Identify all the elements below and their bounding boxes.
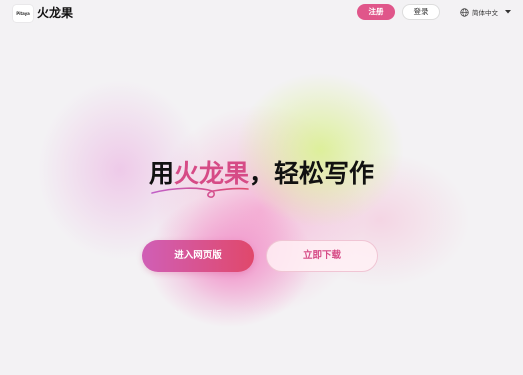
swirl-underline-icon (151, 187, 249, 198)
language-label: 简体中文 (472, 9, 498, 17)
caret-down-icon (505, 10, 511, 14)
register-button[interactable]: 注册 (357, 4, 395, 20)
hero-title: 用火龙果，轻松写作 (0, 155, 523, 193)
hero-title-suffix: ，轻松写作 (249, 159, 375, 188)
enter-web-version-button[interactable]: 进入网页版 (142, 240, 254, 272)
language-selector[interactable]: 简体中文 (460, 6, 511, 18)
brand-name[interactable]: 火龙果 (37, 5, 73, 22)
top-header: Pitaya 火龙果 注册 登录 简体中文 (0, 0, 523, 28)
landing-page: Pitaya 火龙果 注册 登录 简体中文 用火龙果，轻松写作 进入网页版 立即… (0, 0, 523, 375)
login-button[interactable]: 登录 (402, 4, 440, 20)
globe-icon (460, 7, 469, 17)
logo-badge[interactable]: Pitaya (13, 5, 33, 22)
download-button[interactable]: 立即下载 (266, 240, 378, 272)
